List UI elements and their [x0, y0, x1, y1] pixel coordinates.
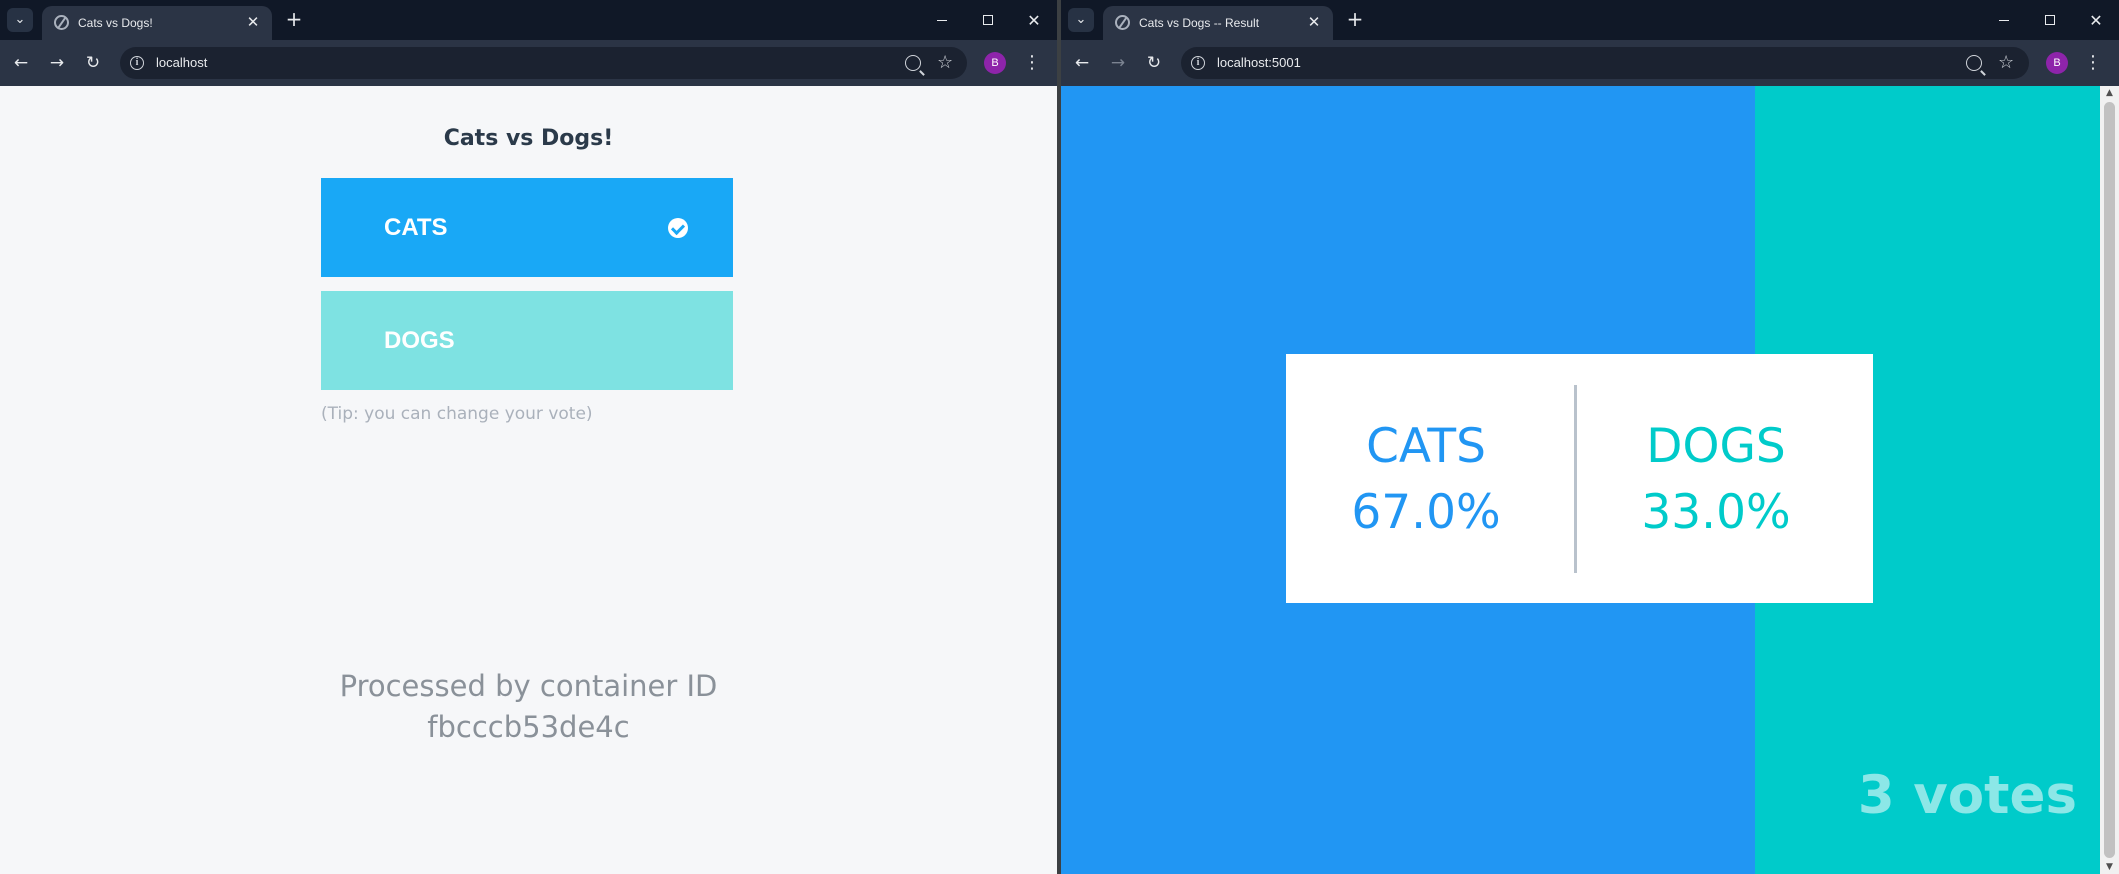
dogs-result: DOGS 33.0%	[1576, 414, 1856, 546]
arrow-left-icon[interactable]: ←	[1069, 50, 1095, 76]
avatar[interactable]: B	[2046, 52, 2068, 74]
arrow-right-icon[interactable]: →	[44, 50, 70, 76]
close-window-button[interactable]: ✕	[1011, 0, 1057, 40]
minimize-icon	[937, 19, 947, 21]
reload-icon[interactable]: ↻	[1141, 50, 1167, 76]
maximize-icon	[983, 15, 993, 25]
avatar[interactable]: B	[984, 52, 1006, 74]
more-vert-icon[interactable]: ⋮	[1022, 50, 1042, 76]
browser-window-result: ⌄ Cats vs Dogs -- Result ✕ + ✕ ← → ↻ i l…	[1061, 0, 2119, 874]
browser-toolbar: ← → ↻ i localhost:5001 ☆ B ⋮	[1061, 40, 2119, 86]
info-icon[interactable]: i	[130, 56, 144, 70]
dogs-result-label: DOGS	[1646, 419, 1786, 474]
info-icon[interactable]: i	[1191, 56, 1205, 70]
vote-dogs-label: DOGS	[384, 327, 455, 354]
processed-label: Processed by container ID	[339, 669, 718, 703]
tab-title: Cats vs Dogs!	[78, 16, 153, 30]
arrow-left-icon[interactable]: ←	[8, 50, 34, 76]
star-icon[interactable]: ☆	[1998, 52, 2014, 73]
vote-count: 3 votes	[1857, 765, 2077, 826]
container-info: Processed by container ID fbcccb53de4c	[0, 666, 1057, 748]
more-vert-icon[interactable]: ⋮	[2083, 50, 2103, 76]
window-controls: ✕	[1981, 0, 2119, 40]
plus-icon[interactable]: +	[282, 7, 306, 31]
result-page: CATS 67.0% DOGS 33.0% 3 votes ▲ ▼	[1061, 86, 2119, 874]
title-bar: ⌄ Cats vs Dogs! ✕ + ✕	[0, 0, 1057, 40]
url-text: localhost:5001	[1217, 55, 1301, 70]
close-icon[interactable]: ✕	[1305, 13, 1323, 31]
tip-text: (Tip: you can change your vote)	[321, 404, 593, 424]
maximize-icon	[2045, 15, 2055, 25]
maximize-button[interactable]	[2027, 0, 2073, 40]
cats-result: CATS 67.0%	[1286, 414, 1566, 546]
result-card: CATS 67.0% DOGS 33.0%	[1286, 354, 1873, 603]
check-circle-icon	[668, 218, 688, 238]
maximize-button[interactable]	[965, 0, 1011, 40]
globe-icon	[1115, 15, 1130, 30]
tab-title: Cats vs Dogs -- Result	[1139, 16, 1260, 30]
close-window-button[interactable]: ✕	[2073, 0, 2119, 40]
browser-window-vote: ⌄ Cats vs Dogs! ✕ + ✕ ← → ↻ i localhost …	[0, 0, 1057, 874]
minimize-button[interactable]	[919, 0, 965, 40]
scrollbar-thumb[interactable]	[2104, 102, 2115, 858]
zoom-icon[interactable]	[905, 55, 921, 71]
minimize-button[interactable]	[1981, 0, 2027, 40]
tab-result[interactable]: Cats vs Dogs -- Result ✕	[1103, 6, 1333, 40]
globe-icon	[54, 15, 69, 30]
scroll-up-icon[interactable]: ▲	[2100, 86, 2119, 100]
vote-cats-button[interactable]: CATS	[321, 178, 733, 277]
plus-icon[interactable]: +	[1343, 7, 1367, 31]
address-bar[interactable]: i localhost:5001 ☆	[1181, 47, 2029, 79]
cats-result-percent: 67.0%	[1351, 485, 1501, 540]
vote-cats-label: CATS	[384, 214, 448, 241]
container-id: fbcccb53de4c	[427, 710, 630, 744]
dogs-result-percent: 33.0%	[1641, 485, 1791, 540]
browser-toolbar: ← → ↻ i localhost ☆ B ⋮	[0, 40, 1057, 86]
chevron-down-icon[interactable]: ⌄	[1068, 8, 1094, 32]
address-bar[interactable]: i localhost ☆	[120, 47, 967, 79]
star-icon[interactable]: ☆	[937, 52, 953, 73]
cats-result-label: CATS	[1366, 419, 1486, 474]
url-text: localhost	[156, 55, 208, 70]
chevron-down-icon[interactable]: ⌄	[7, 8, 33, 32]
zoom-icon[interactable]	[1966, 55, 1982, 71]
window-controls: ✕	[919, 0, 1057, 40]
vote-page: Cats vs Dogs! CATS DOGS (Tip: you can ch…	[0, 86, 1057, 874]
title-bar: ⌄ Cats vs Dogs -- Result ✕ + ✕	[1061, 0, 2119, 40]
scrollbar[interactable]: ▲ ▼	[2100, 86, 2119, 874]
arrow-right-icon[interactable]: →	[1105, 50, 1131, 76]
minimize-icon	[1999, 19, 2009, 21]
scroll-down-icon[interactable]: ▼	[2100, 860, 2119, 874]
tab-cats-vs-dogs[interactable]: Cats vs Dogs! ✕	[42, 6, 272, 40]
vote-dogs-button[interactable]: DOGS	[321, 291, 733, 390]
page-title: Cats vs Dogs!	[443, 126, 614, 151]
close-icon[interactable]: ✕	[244, 13, 262, 31]
reload-icon[interactable]: ↻	[80, 50, 106, 76]
